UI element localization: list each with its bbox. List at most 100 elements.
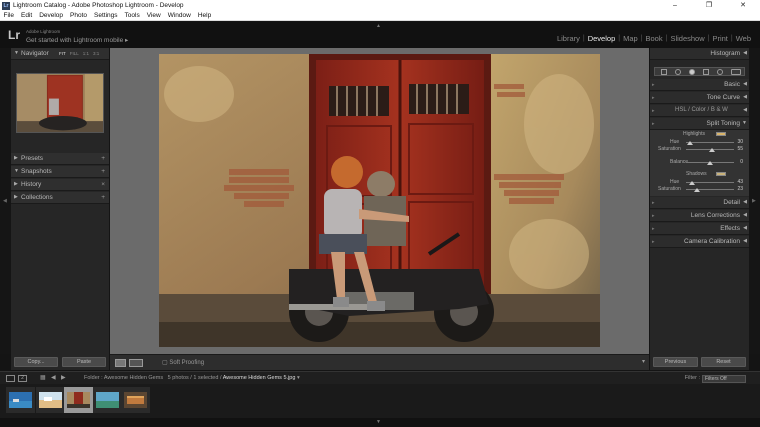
graduated-filter-icon[interactable]	[703, 69, 709, 75]
menu-photo[interactable]: Photo	[67, 12, 91, 19]
mobile-promo-link[interactable]: Get started with Lightroom mobile ▸	[26, 36, 128, 44]
module-library[interactable]: Library	[554, 34, 583, 43]
menu-settings[interactable]: Settings	[91, 12, 122, 19]
filmstrip-thumb-3-selected[interactable]	[64, 387, 93, 413]
effects-header[interactable]: ▸ Effects ◀	[650, 223, 749, 235]
balance-knob[interactable]	[707, 161, 713, 165]
split-toning-header[interactable]: ▸ Split Toning ▼	[650, 118, 749, 130]
close-button[interactable]: ✕	[726, 0, 760, 11]
module-map[interactable]: Map	[620, 34, 641, 43]
red-eye-icon[interactable]	[689, 69, 695, 75]
tab-hsl[interactable]: HSL	[675, 107, 686, 113]
hsl-header[interactable]: ▸ HSL / Color / B & W ◀	[650, 105, 749, 117]
module-develop[interactable]: Develop	[585, 34, 619, 43]
previous-button[interactable]: Previous	[653, 357, 698, 367]
bottom-panel-edge[interactable]: ▼	[0, 418, 760, 427]
highlights-hue-value[interactable]: 30	[737, 139, 743, 145]
image-view[interactable]	[110, 48, 649, 354]
zoom-fit[interactable]: FIT	[57, 51, 68, 56]
main-window-icon[interactable]	[6, 375, 15, 382]
zoom-3-1[interactable]: 3:1	[91, 51, 101, 56]
filter-select[interactable]: Filters Off	[702, 375, 746, 383]
menu-develop[interactable]: Develop	[36, 12, 67, 19]
radial-filter-icon[interactable]	[717, 69, 723, 75]
shadows-hue-value[interactable]: 43	[737, 179, 743, 185]
before-after-icon[interactable]	[129, 359, 143, 367]
add-collection-icon[interactable]: +	[101, 194, 105, 201]
forward-arrow-icon[interactable]: ▶	[61, 374, 66, 381]
menu-file[interactable]: File	[0, 12, 17, 19]
zoom-1-1[interactable]: 1:1	[81, 51, 91, 56]
add-snapshot-icon[interactable]: +	[101, 168, 105, 175]
clear-history-icon[interactable]: ×	[101, 181, 105, 188]
filmstrip-thumb-2[interactable]	[36, 387, 65, 413]
second-window-icon[interactable]: 2	[18, 375, 27, 382]
lens-corrections-header[interactable]: ▸ Lens Corrections ◀	[650, 210, 749, 222]
shadows-saturation-value[interactable]: 23	[737, 186, 743, 192]
add-preset-icon[interactable]: +	[101, 155, 105, 162]
minimize-button[interactable]: –	[658, 0, 692, 11]
maximize-button[interactable]: ❐	[692, 0, 726, 11]
collapse-triangle-icon: ▼	[14, 168, 19, 174]
shadows-color-swatch[interactable]	[716, 172, 726, 176]
navigator-header[interactable]: ▼ Navigator FIT FILL 1:1 3:1	[11, 48, 109, 60]
filmstrip-thumb-4[interactable]	[93, 387, 122, 413]
detail-header[interactable]: ▸ Detail ◀	[650, 197, 749, 209]
histogram-header[interactable]: Histogram ◀	[650, 48, 749, 60]
left-panel-toggle-icon[interactable]: ◀	[3, 198, 7, 204]
highlights-hue-slider[interactable]	[686, 142, 734, 143]
collections-header[interactable]: ▶ Collections +	[11, 192, 109, 204]
basic-header[interactable]: ▸ Basic ◀	[650, 79, 749, 91]
shadows-saturation-knob[interactable]	[694, 188, 701, 192]
filmstrip-source-info[interactable]: Folder : Awesome Hidden Gems 5 photos / …	[84, 375, 300, 381]
lightroom-window: Lr Lightroom Catalog - Adobe Photoshop L…	[0, 0, 760, 427]
toolbar-menu-icon[interactable]: ▾	[642, 358, 645, 365]
highlights-saturation-value[interactable]: 55	[737, 146, 743, 152]
back-arrow-icon[interactable]: ◀	[51, 374, 56, 381]
reset-button[interactable]: Reset	[701, 357, 746, 367]
menu-edit[interactable]: Edit	[17, 12, 35, 19]
right-panel-edge[interactable]: ▶	[749, 48, 760, 354]
crop-tool-icon[interactable]	[661, 69, 667, 75]
highlights-saturation-knob[interactable]	[709, 148, 716, 152]
menu-view[interactable]: View	[143, 12, 164, 19]
presets-header[interactable]: ▶ Presets +	[11, 153, 109, 165]
navigator-preview[interactable]	[16, 73, 104, 133]
module-slideshow[interactable]: Slideshow	[667, 34, 707, 43]
spot-removal-icon[interactable]	[675, 69, 681, 75]
zoom-fill[interactable]: FILL	[68, 51, 81, 56]
tab-color[interactable]: Color	[691, 107, 705, 113]
left-panel-edge[interactable]: ◀	[0, 48, 11, 354]
camera-calibration-header[interactable]: ▸ Camera Calibration ◀	[650, 236, 749, 248]
menu-help[interactable]: Help	[194, 12, 214, 19]
menu-tools[interactable]: Tools	[121, 12, 143, 19]
paste-settings-button[interactable]: Paste	[62, 357, 106, 367]
menu-window[interactable]: Window	[164, 12, 194, 19]
adjustment-brush-icon[interactable]	[731, 69, 741, 75]
filmstrip-thumb-1[interactable]	[6, 387, 35, 413]
expand-triangle-icon: ▼	[14, 50, 19, 56]
highlights-color-swatch[interactable]	[716, 132, 726, 136]
shadows-hue-knob[interactable]	[688, 181, 695, 185]
navigator-label: Navigator	[21, 50, 49, 57]
left-triangle-icon: ▸	[652, 95, 655, 101]
module-print[interactable]: Print	[709, 34, 730, 43]
copy-settings-button[interactable]: Copy...	[14, 357, 58, 367]
bottom-panel-toggle-icon[interactable]: ▼	[376, 419, 381, 425]
filmstrip-thumb-5[interactable]	[121, 387, 150, 413]
grid-view-icon[interactable]: ▦	[40, 374, 46, 381]
collapse-triangle-icon: ◀	[743, 199, 747, 205]
tone-curve-header[interactable]: ▸ Tone Curve ◀	[650, 92, 749, 104]
soft-proofing-toggle[interactable]: ▢ Soft Proofing	[162, 359, 204, 366]
top-panel-toggle-icon[interactable]: ▲	[376, 23, 381, 29]
snapshots-header[interactable]: ▼ Snapshots +	[11, 166, 109, 178]
loupe-view-icon[interactable]	[115, 359, 126, 367]
product-name: Adobe Lightroom	[26, 29, 61, 34]
tab-bw[interactable]: B & W	[711, 107, 728, 113]
right-panel-toggle-icon[interactable]: ▶	[752, 198, 756, 204]
highlights-hue-knob[interactable]	[686, 141, 693, 145]
module-web[interactable]: Web	[733, 34, 754, 43]
module-book[interactable]: Book	[643, 34, 666, 43]
history-header[interactable]: ▶ History ×	[11, 179, 109, 191]
balance-value[interactable]: 0	[740, 159, 743, 165]
